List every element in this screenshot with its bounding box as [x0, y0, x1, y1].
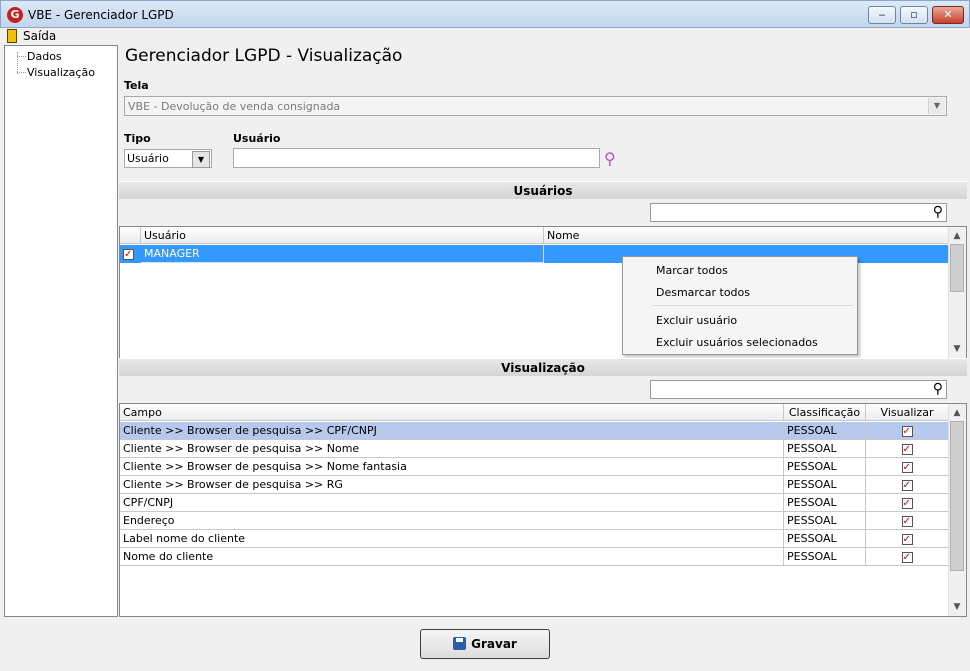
scroll-down-icon[interactable]: ▼	[949, 341, 965, 357]
grid-header-nome[interactable]: Nome	[544, 227, 949, 244]
cell-visualizar-checkbox[interactable]	[866, 476, 949, 494]
view-filter-input[interactable]: ⚲	[650, 380, 947, 399]
grid-header-check	[120, 227, 141, 244]
minimize-button[interactable]: ‒	[868, 6, 896, 24]
tela-value: VBE - Devolução de venda consignada	[128, 100, 341, 113]
view-section-header: Visualização	[119, 358, 967, 376]
table-row[interactable]: Endereço PESSOAL	[120, 512, 949, 530]
menu-item-unmark-all[interactable]: Desmarcar todos	[656, 286, 750, 299]
usuario-input[interactable]	[233, 148, 600, 168]
cell-classificacao: PESSOAL	[784, 458, 866, 476]
cell-visualizar-checkbox[interactable]	[866, 440, 949, 458]
scroll-up-icon[interactable]: ▲	[949, 405, 965, 421]
tree-connector	[17, 56, 26, 57]
menu-bar: Saída	[1, 28, 969, 45]
usuario-label: Usuário	[233, 132, 281, 145]
cell-campo: CPF/CNPJ	[120, 494, 784, 512]
context-menu: Marcar todos Desmarcar todos Excluir usu…	[622, 256, 858, 355]
scroll-thumb[interactable]	[950, 421, 964, 571]
save-button[interactable]: Gravar	[420, 629, 550, 659]
save-label: Gravar	[471, 637, 517, 651]
cell-visualizar-checkbox[interactable]	[866, 512, 949, 530]
cell-usuario: MANAGER	[141, 245, 544, 263]
navigation-tree: Dados Visualização	[4, 45, 118, 617]
grid-header-usuario[interactable]: Usuário	[141, 227, 544, 244]
cell-classificacao: PESSOAL	[784, 422, 866, 440]
menu-exit[interactable]: Saída	[23, 29, 56, 43]
table-row[interactable]: CPF/CNPJ PESSOAL	[120, 494, 949, 512]
cell-visualizar-checkbox[interactable]	[866, 548, 949, 566]
page-title: Gerenciador LGPD - Visualização	[125, 46, 403, 66]
table-row[interactable]: Label nome do cliente PESSOAL	[120, 530, 949, 548]
view-scrollbar[interactable]: ▲ ▼	[948, 404, 966, 616]
menu-item-delete-selected[interactable]: Excluir usuários selecionados	[656, 336, 818, 349]
cell-campo: Cliente >> Browser de pesquisa >> Nome f…	[120, 458, 784, 476]
tree-connector	[17, 72, 26, 73]
cell-campo: Label nome do cliente	[120, 530, 784, 548]
row-checkbox[interactable]	[120, 245, 141, 263]
search-icon[interactable]: ⚲	[933, 381, 943, 398]
cell-classificacao: PESSOAL	[784, 440, 866, 458]
table-row[interactable]: Cliente >> Browser de pesquisa >> CPF/CN…	[120, 422, 949, 440]
cell-campo: Cliente >> Browser de pesquisa >> RG	[120, 476, 784, 494]
grid-header-visualizar[interactable]: Visualizar	[866, 404, 949, 421]
floppy-disk-icon	[453, 637, 467, 650]
window-title: VBE - Gerenciador LGPD	[28, 8, 174, 22]
title-bar: G VBE - Gerenciador LGPD ‒ ▫ ✕	[0, 0, 970, 28]
menu-item-delete-user[interactable]: Excluir usuário	[656, 314, 737, 327]
cell-classificacao: PESSOAL	[784, 476, 866, 494]
cell-visualizar-checkbox[interactable]	[866, 458, 949, 476]
app-logo-icon: G	[7, 7, 23, 23]
chevron-down-icon[interactable]: ▼	[928, 98, 945, 114]
cell-classificacao: PESSOAL	[784, 512, 866, 530]
view-grid: Campo Classificação Visualizar Cliente >…	[119, 403, 967, 617]
cell-classificacao: PESSOAL	[784, 548, 866, 566]
cell-visualizar-checkbox[interactable]	[866, 530, 949, 548]
exit-door-icon[interactable]	[7, 29, 17, 43]
search-icon[interactable]: ⚲	[604, 150, 622, 168]
tela-label: Tela	[124, 79, 149, 92]
menu-separator	[653, 305, 853, 306]
cell-classificacao: PESSOAL	[784, 494, 866, 512]
table-row[interactable]: Cliente >> Browser de pesquisa >> Nome PE…	[120, 440, 949, 458]
grid-header-campo[interactable]: Campo	[120, 404, 784, 421]
cell-campo: Cliente >> Browser de pesquisa >> CPF/CN…	[120, 422, 784, 440]
cell-classificacao: PESSOAL	[784, 530, 866, 548]
cell-campo: Cliente >> Browser de pesquisa >> Nome	[120, 440, 784, 458]
tela-select[interactable]: VBE - Devolução de venda consignada ▼	[124, 96, 947, 116]
maximize-button[interactable]: ▫	[900, 6, 928, 24]
table-row[interactable]: Cliente >> Browser de pesquisa >> Nome f…	[120, 458, 949, 476]
users-scrollbar[interactable]: ▲ ▼	[948, 227, 966, 358]
cell-visualizar-checkbox[interactable]	[866, 494, 949, 512]
search-icon[interactable]: ⚲	[933, 204, 943, 221]
close-button[interactable]: ✕	[932, 6, 964, 24]
chevron-down-icon[interactable]: ▼	[192, 151, 210, 168]
tipo-label: Tipo	[124, 132, 151, 145]
scroll-down-icon[interactable]: ▼	[949, 599, 965, 615]
cell-campo: Endereço	[120, 512, 784, 530]
scroll-up-icon[interactable]: ▲	[949, 228, 965, 244]
tipo-select[interactable]: Usuário ▼	[124, 149, 212, 168]
menu-item-mark-all[interactable]: Marcar todos	[656, 264, 728, 277]
users-filter-input[interactable]: ⚲	[650, 203, 947, 222]
cell-visualizar-checkbox[interactable]	[866, 422, 949, 440]
users-section-header: Usuários	[119, 181, 967, 199]
table-row[interactable]: Cliente >> Browser de pesquisa >> RG PESS…	[120, 476, 949, 494]
table-row[interactable]: Nome do cliente PESSOAL	[120, 548, 949, 566]
cell-campo: Nome do cliente	[120, 548, 784, 566]
tree-item-visualizacao[interactable]: Visualização	[27, 66, 95, 79]
grid-header-classificacao[interactable]: Classificação	[784, 404, 866, 421]
scroll-thumb[interactable]	[950, 244, 964, 292]
tree-item-dados[interactable]: Dados	[27, 50, 62, 63]
tipo-value: Usuário	[127, 152, 169, 165]
